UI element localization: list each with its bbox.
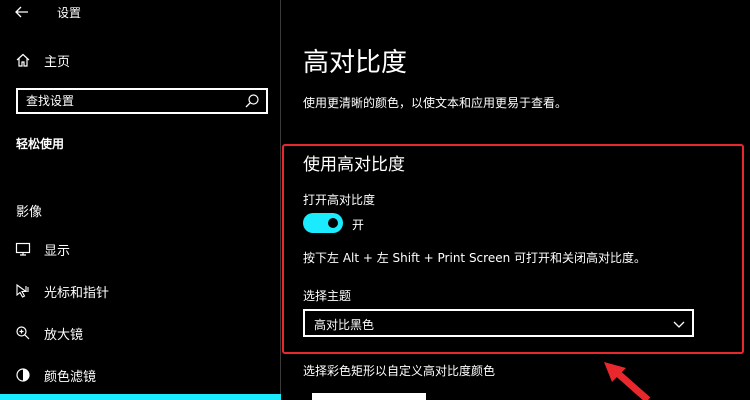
sidebar-item-label: 放大镜 (44, 327, 84, 343)
sidebar-item-label: 颜色滤镜 (44, 369, 97, 385)
sidebar-item-home[interactable]: 主页 (0, 46, 281, 74)
sidebar-item-label: 光标和指针 (44, 285, 110, 301)
sidebar-item-cursor[interactable]: 光标和指针 (0, 277, 281, 305)
sidebar-item-label: 显示 (44, 243, 71, 259)
category-heading: 轻松使用 (16, 137, 65, 151)
custom-colors-label: 选择彩色矩形以自定义高对比度颜色 (303, 364, 496, 378)
home-icon (14, 51, 32, 69)
search-box[interactable] (16, 88, 268, 114)
theme-selected-value: 高对比黑色 (314, 318, 375, 332)
app-title: 设置 (57, 6, 82, 20)
color-filter-icon (14, 366, 32, 384)
red-arrow-annotation (604, 362, 651, 400)
back-arrow-icon[interactable] (10, 2, 34, 22)
pointer-icon (14, 282, 32, 300)
magnifier-icon (14, 324, 32, 342)
sidebar-item-magnifier[interactable]: 放大镜 (0, 319, 281, 347)
toggle-knob (328, 218, 338, 228)
high-contrast-toggle[interactable] (303, 213, 343, 233)
search-input[interactable] (26, 92, 236, 110)
main-content: 高对比度 使用更清晰的颜色，以使文本和应用更易于查看。 使用高对比度 打开高对比… (282, 0, 750, 400)
sidebar-item-display[interactable]: 显示 (0, 235, 281, 263)
search-icon[interactable] (244, 93, 260, 109)
theme-dropdown[interactable]: 高对比黑色 (303, 309, 694, 337)
title-bar: 设置 (0, 0, 281, 24)
theme-label: 选择主题 (303, 289, 352, 303)
sidebar-item-color-filters[interactable]: 颜色滤镜 (0, 361, 281, 389)
page-description: 使用更清晰的颜色，以使文本和应用更易于查看。 (303, 96, 568, 110)
sidebar-selected-item[interactable] (0, 394, 281, 400)
toggle-state-text: 开 (352, 218, 365, 232)
monitor-icon (14, 240, 32, 258)
sidebar-item-label: 主页 (44, 54, 71, 70)
section-title: 使用高对比度 (303, 155, 405, 175)
shortcut-hint: 按下左 Alt + 左 Shift + Print Screen 可打开和关闭高… (303, 251, 647, 265)
group-heading: 影像 (16, 205, 43, 220)
toggle-label: 打开高对比度 (303, 193, 376, 207)
settings-sidebar: 设置 主页 轻松使用 影像 显示 光标和指针 放大镜 (0, 0, 281, 400)
chevron-down-icon (672, 316, 686, 330)
page-title: 高对比度 (303, 48, 408, 78)
color-swatch[interactable] (312, 393, 426, 400)
